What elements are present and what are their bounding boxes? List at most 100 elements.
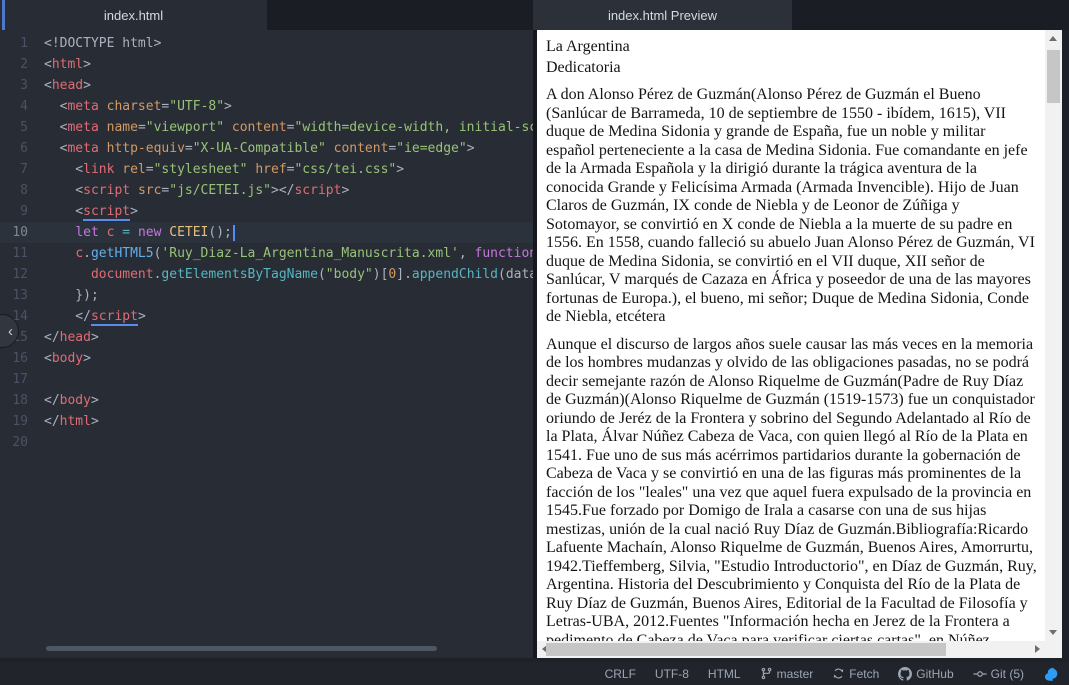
code-line-text: </body>	[28, 390, 99, 411]
code-line[interactable]: 1<!DOCTYPE html>	[0, 33, 533, 54]
code-line-text	[28, 369, 44, 390]
window-right-edge	[1062, 30, 1069, 658]
line-number[interactable]: 20	[0, 432, 28, 453]
squirrel-extension-button[interactable]	[1043, 666, 1059, 682]
line-number[interactable]: 16	[0, 348, 28, 369]
code-line-text: <meta http-equiv="X-UA-Compatible" conte…	[28, 138, 475, 159]
scrollbar-corner	[1045, 641, 1062, 658]
code-line-text: <meta name="viewport" content="width=dev…	[28, 117, 533, 138]
text-cursor	[233, 225, 235, 241]
code-line-text: <meta charset="UTF-8">	[28, 96, 232, 117]
tab-label: index.html	[104, 8, 163, 23]
line-number[interactable]: 11	[0, 243, 28, 264]
code-line[interactable]: 4 <meta charset="UTF-8">	[0, 96, 533, 117]
line-number[interactable]: 7	[0, 159, 28, 180]
code-line[interactable]: 16<body>	[0, 348, 533, 369]
line-number[interactable]: 8	[0, 180, 28, 201]
line-ending-label: CRLF	[605, 667, 636, 681]
status-encoding[interactable]: UTF-8	[655, 667, 689, 681]
preview-paragraph: A don Alonso Pérez de Guzmán(Alonso Pére…	[546, 86, 1037, 327]
code-line[interactable]: 10 let c = new CETEI();	[0, 222, 533, 243]
code-line-text: <script src="js/CETEI.js"></script>	[28, 180, 349, 201]
status-line-ending[interactable]: CRLF	[605, 667, 636, 681]
scroll-down-arrow-icon[interactable]	[1049, 630, 1057, 635]
code-line-text: let c = new CETEI();	[28, 222, 235, 243]
line-number[interactable]: 12	[0, 264, 28, 285]
status-bar: CRLF UTF-8 HTML master Fetch GitHub Git …	[0, 662, 1069, 685]
git-commit-icon	[973, 667, 987, 681]
line-number[interactable]: 2	[0, 54, 28, 75]
line-number[interactable]: 17	[0, 369, 28, 390]
encoding-label: UTF-8	[655, 667, 689, 681]
tab-label: index.html Preview	[608, 8, 717, 23]
code-line-text: });	[28, 285, 99, 306]
line-number[interactable]: 4	[0, 96, 28, 117]
code-line[interactable]: 15</head>	[0, 327, 533, 348]
code-editor[interactable]: 1<!DOCTYPE html>2<html>3<head>4 <meta ch…	[0, 30, 533, 658]
scroll-up-arrow-icon[interactable]	[1049, 36, 1057, 41]
language-label: HTML	[708, 667, 741, 681]
line-number[interactable]: 1	[0, 33, 28, 54]
code-line[interactable]: 18</body>	[0, 390, 533, 411]
code-line-text: document.getElementsByTagName("body")[0]…	[28, 264, 533, 285]
scroll-right-arrow-icon[interactable]	[1035, 645, 1040, 653]
code-lines: 1<!DOCTYPE html>2<html>3<head>4 <meta ch…	[0, 33, 533, 453]
line-number[interactable]: 13	[0, 285, 28, 306]
code-line-text: <!DOCTYPE html>	[28, 33, 161, 54]
code-line[interactable]: 2<html>	[0, 54, 533, 75]
code-line[interactable]: 6 <meta http-equiv="X-UA-Compatible" con…	[0, 138, 533, 159]
squirrel-icon	[1043, 666, 1059, 682]
sync-icon	[832, 667, 845, 680]
github-icon	[898, 667, 912, 681]
code-line[interactable]: 5 <meta name="viewport" content="width=d…	[0, 117, 533, 138]
code-line[interactable]: 8 <script src="js/CETEI.js"></script>	[0, 180, 533, 201]
code-line-text: <script>	[28, 201, 138, 222]
preview-vertical-scrollbar[interactable]	[1045, 30, 1062, 641]
code-line[interactable]: 12 document.getElementsByTagName("body")…	[0, 264, 533, 285]
github-label: GitHub	[916, 667, 953, 681]
status-git[interactable]: Git (5)	[973, 667, 1024, 681]
vscode-window: index.html index.html Preview 1<!DOCTYPE…	[0, 0, 1069, 685]
code-line[interactable]: 3<head>	[0, 75, 533, 96]
code-line-text	[28, 432, 44, 453]
editor-horizontal-scrollbar[interactable]	[46, 646, 437, 651]
code-line[interactable]: 17	[0, 369, 533, 390]
preview-content: La ArgentinaDedicatoriaA don Alonso Pére…	[537, 30, 1045, 641]
branch-label: master	[777, 667, 814, 681]
code-line[interactable]: 20	[0, 432, 533, 453]
code-line[interactable]: 7 <link rel="stylesheet" href="css/tei.c…	[0, 159, 533, 180]
tab-index-html-preview[interactable]: index.html Preview	[533, 0, 792, 30]
active-tab-accent	[2, 0, 5, 30]
code-line[interactable]: 19</html>	[0, 411, 533, 432]
vertical-scroll-thumb[interactable]	[1047, 50, 1060, 103]
preview-pane: La ArgentinaDedicatoriaA don Alonso Pére…	[537, 30, 1062, 658]
line-number[interactable]: 5	[0, 117, 28, 138]
tab-bar: index.html index.html Preview	[0, 0, 1069, 30]
preview-paragraph: Aunque el discurso de largos años suele …	[546, 336, 1037, 642]
code-line[interactable]: 14 </script>	[0, 306, 533, 327]
code-line[interactable]: 9 <script>	[0, 201, 533, 222]
fetch-label: Fetch	[849, 667, 879, 681]
code-line[interactable]: 11 c.getHTML5('Ruy_Diaz-La_Argentina_Man…	[0, 243, 533, 264]
code-line-text: <html>	[28, 54, 91, 75]
status-language[interactable]: HTML	[708, 667, 741, 681]
line-number[interactable]: 6	[0, 138, 28, 159]
preview-horizontal-scrollbar[interactable]	[537, 641, 1045, 658]
status-branch[interactable]: master	[760, 667, 814, 681]
line-number[interactable]: 18	[0, 390, 28, 411]
line-number[interactable]: 9	[0, 201, 28, 222]
main-area: 1<!DOCTYPE html>2<html>3<head>4 <meta ch…	[0, 30, 1069, 658]
status-fetch[interactable]: Fetch	[832, 667, 879, 681]
preview-title-line: Dedicatoria	[546, 59, 1037, 78]
code-line-text: </script>	[28, 306, 146, 327]
line-number[interactable]: 19	[0, 411, 28, 432]
code-line[interactable]: 13 });	[0, 285, 533, 306]
line-number[interactable]: 10	[0, 222, 28, 243]
git-branch-icon	[760, 667, 773, 680]
tab-index-html[interactable]: index.html	[0, 0, 267, 30]
code-line-text: <head>	[28, 75, 91, 96]
line-number[interactable]: 3	[0, 75, 28, 96]
code-line-text: c.getHTML5('Ruy_Diaz-La_Argentina_Manusc…	[28, 243, 533, 264]
status-github[interactable]: GitHub	[898, 667, 953, 681]
horizontal-scroll-thumb[interactable]	[546, 643, 946, 656]
